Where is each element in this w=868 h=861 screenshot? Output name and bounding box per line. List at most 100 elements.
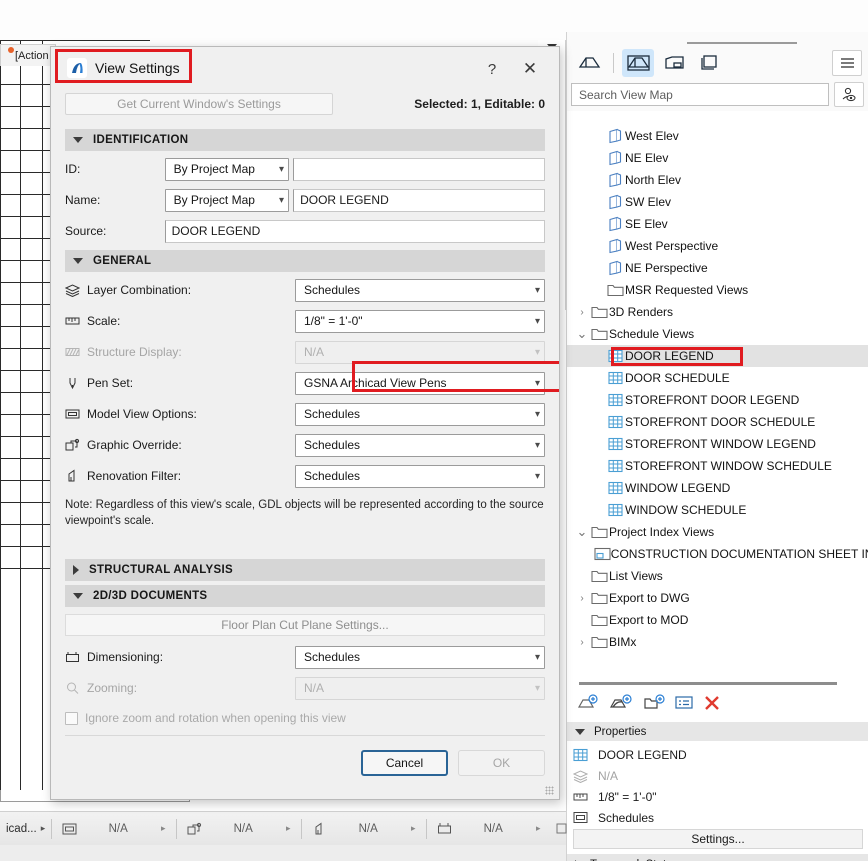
row-scale: Scale: 1/8" = 1'-0" ▾ — [65, 308, 545, 334]
dimensioning-select[interactable]: Schedules ▾ — [295, 645, 545, 669]
help-button[interactable]: ? — [479, 57, 505, 81]
tree-item-3d-renders[interactable]: › 3D Renders — [567, 301, 868, 323]
tree-item-label: STOREFRONT DOOR SCHEDULE — [625, 415, 816, 429]
section-identification-header[interactable]: IDENTIFICATION — [65, 129, 545, 151]
tree-item-list-views[interactable]: List Views — [567, 565, 868, 587]
tree-item-ne-elev[interactable]: NE Elev — [567, 147, 868, 169]
search-input[interactable]: Search View Map — [571, 83, 829, 106]
ok-button[interactable]: OK — [458, 750, 545, 776]
id-source-select[interactable]: By Project Map ▾ — [164, 157, 290, 181]
project-map-tab[interactable] — [573, 49, 605, 77]
tree-item-north-elev[interactable]: North Elev — [567, 169, 868, 191]
close-icon[interactable]: ✕ — [517, 57, 543, 81]
hamburger-icon[interactable] — [832, 50, 862, 76]
renovation-filter-select[interactable]: Schedules ▾ — [295, 464, 545, 488]
id-text-field[interactable] — [293, 157, 545, 181]
section-general-header[interactable]: GENERAL — [65, 250, 545, 272]
tree-item-storefront-door-schedule[interactable]: STOREFRONT DOOR SCHEDULE — [567, 411, 868, 433]
name-source-select[interactable]: By Project Map ▾ — [164, 188, 290, 212]
tree-item-storefront-door-legend[interactable]: STOREFRONT DOOR LEGEND — [567, 389, 868, 411]
property-value: 1/8" = 1'-0" — [598, 789, 657, 804]
section-structural-analysis-header[interactable]: STRUCTURAL ANALYSIS — [65, 559, 545, 582]
chevron-down-icon: ▾ — [534, 682, 540, 694]
dimensioning-text: Dimensioning: — [87, 650, 164, 665]
background-document-tab[interactable]: [Action — [0, 44, 56, 66]
tree-twisty-spacer — [591, 373, 605, 384]
tree-item-export-to-mod[interactable]: Export to MOD — [567, 609, 868, 631]
ignore-zoom-rotation-row[interactable]: Ignore zoom and rotation when opening th… — [65, 711, 545, 725]
tree-item-storefront-window-legend[interactable]: STOREFRONT WINDOW LEGEND — [567, 433, 868, 455]
properties-header-label: Properties — [594, 725, 647, 738]
dialog-button-row: Cancel OK — [361, 750, 545, 776]
status-cell-model-view[interactable]: N/A ▸ — [52, 823, 176, 835]
tree-twisty-spacer — [591, 395, 605, 406]
tree-item-construction-documentation-sheet-ind[interactable]: CONSTRUCTION DOCUMENTATION SHEET IND — [567, 543, 868, 565]
chevron-right-icon[interactable]: › — [575, 307, 589, 318]
tree-item-label: BIMx — [609, 635, 637, 649]
ignore-zoom-checkbox[interactable] — [65, 711, 78, 725]
renovation-filter-text: Renovation Filter: — [87, 469, 182, 483]
status-app-label-group[interactable]: icad... ▸ — [0, 823, 51, 835]
publisher-sets-tab[interactable] — [694, 49, 726, 77]
scale-select[interactable]: 1/8" = 1'-0" ▾ — [295, 309, 545, 333]
settings-list-icon[interactable] — [675, 695, 693, 713]
tree-item-storefront-window-schedule[interactable]: STOREFRONT WINDOW SCHEDULE — [567, 455, 868, 477]
folder-plus-icon[interactable] — [643, 693, 665, 715]
tree-item-label: Project Index Views — [609, 525, 715, 539]
properties-header[interactable]: Properties — [567, 722, 868, 741]
chevron-down-icon[interactable]: ⌄ — [575, 326, 589, 342]
row-dimensioning: Dimensioning: Schedules ▾ — [65, 644, 545, 670]
renovation-filter-label: Renovation Filter: — [65, 469, 295, 483]
tree-item-bimx[interactable]: › BIMx — [567, 631, 868, 653]
model-view-options-select[interactable]: Schedules ▾ — [295, 402, 545, 426]
tree-item-se-elev[interactable]: SE Elev — [567, 213, 868, 235]
section-2d3d-documents-header[interactable]: 2D/3D DOCUMENTS — [65, 585, 545, 608]
layer-combination-select[interactable]: Schedules ▾ — [295, 278, 545, 302]
row-name: Name: By Project Map ▾ DOOR LEGEND — [65, 187, 545, 213]
layout-book-tab[interactable] — [658, 49, 690, 77]
chevron-right-icon[interactable]: › — [575, 637, 589, 648]
tree-item-window-schedule[interactable]: WINDOW SCHEDULE — [567, 499, 868, 521]
tree-item-door-legend[interactable]: DOOR LEGEND — [567, 345, 868, 367]
resize-grip[interactable] — [545, 786, 554, 795]
structure-display-label: Structure Display: — [65, 345, 295, 359]
name-text-field[interactable]: DOOR LEGEND — [293, 188, 545, 212]
tree-item-west-perspective[interactable]: West Perspective — [567, 235, 868, 257]
cancel-button[interactable]: Cancel — [361, 750, 448, 776]
view-plus-icon[interactable] — [577, 693, 599, 715]
graphic-override-label: Graphic Override: — [65, 438, 295, 452]
scale-text: Scale: — [87, 314, 121, 328]
tree-item-project-index-views[interactable]: ⌄ Project Index Views — [567, 521, 868, 543]
chevron-down-icon — [73, 593, 83, 600]
tree-item-sw-elev[interactable]: SW Elev — [567, 191, 868, 213]
elevation-icon — [605, 260, 625, 276]
tree-item-schedule-views[interactable]: ⌄ Schedule Views — [567, 323, 868, 345]
status-cell-renovation[interactable]: N/A ▸ — [302, 822, 426, 835]
chevron-right-icon[interactable]: › — [575, 593, 589, 604]
graphic-override-select[interactable]: Schedules ▾ — [295, 433, 545, 457]
red-x-icon[interactable] — [703, 695, 721, 714]
floor-plan-cut-plane-settings-button[interactable]: Floor Plan Cut Plane Settings... — [65, 614, 545, 637]
tree-item-door-schedule[interactable]: DOOR SCHEDULE — [567, 367, 868, 389]
tree-item-msr-requested-views[interactable]: MSR Requested Views — [567, 279, 868, 301]
tree-item-window-legend[interactable]: WINDOW LEGEND — [567, 477, 868, 499]
status-cell-graphic-override[interactable]: N/A ▸ — [177, 822, 301, 835]
tree-item-export-to-dwg[interactable]: › Export to DWG — [567, 587, 868, 609]
status-cell-dimensioning[interactable]: N/A ▸ — [427, 822, 551, 835]
person-eye-icon[interactable] — [834, 82, 864, 107]
dialog-title-bar[interactable]: View Settings ? ✕ — [51, 47, 559, 89]
tree-item-west-elev[interactable]: West Elev — [567, 125, 868, 147]
clone-plus-icon[interactable] — [609, 693, 633, 715]
tree-item-label: List Views — [609, 569, 663, 583]
properties-settings-button[interactable]: Settings... — [573, 829, 863, 849]
property-value: N/A — [598, 768, 619, 783]
teamwork-status-header[interactable]: Teamwork Status — [567, 854, 868, 861]
pen-set-select[interactable]: GSNA Archicad View Pens ▾ — [295, 371, 545, 395]
get-current-window-settings-button[interactable]: Get Current Window's Settings — [65, 93, 333, 115]
scale-label: Scale: — [65, 314, 295, 328]
view-map-tree[interactable]: West Elev NE Elev North Elev SW Elev SE … — [567, 125, 868, 678]
chevron-down-icon[interactable]: ⌄ — [575, 524, 589, 540]
view-map-tab[interactable] — [622, 49, 654, 77]
tree-twisty-spacer — [591, 483, 605, 494]
tree-item-ne-perspective[interactable]: NE Perspective — [567, 257, 868, 279]
